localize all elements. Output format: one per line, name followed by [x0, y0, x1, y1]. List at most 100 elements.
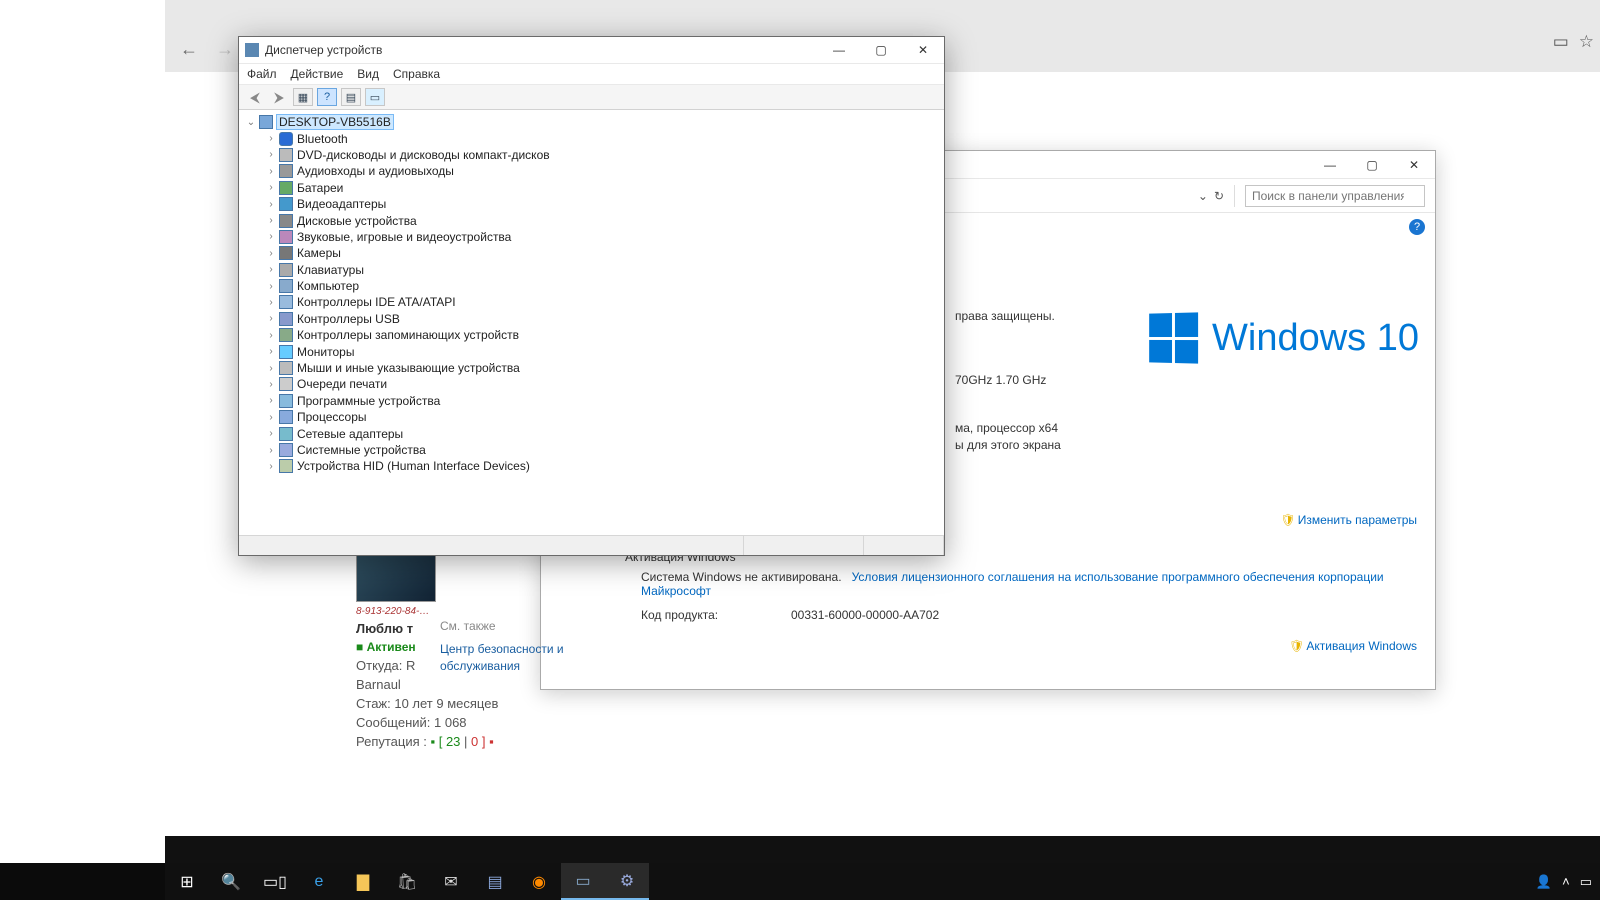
tray-people-icon[interactable]: 👤: [1536, 874, 1552, 890]
dm-node-ide[interactable]: ›Контроллеры IDE ATA/ATAPI: [265, 294, 938, 310]
hid-icon: [279, 459, 293, 473]
cp-activate-link[interactable]: 🛡Активация Windows: [1289, 639, 1417, 653]
taskbar-control-panel-icon[interactable]: ▭: [561, 863, 605, 900]
taskbar-notepad-icon[interactable]: ▤: [473, 863, 517, 900]
dm-node-label: Батареи: [297, 181, 343, 195]
dm-minimize-button[interactable]: —: [818, 36, 860, 64]
bat-icon: [279, 181, 293, 195]
dm-node-label: Очереди печати: [297, 377, 387, 391]
dm-node-label: Устройства HID (Human Interface Devices): [297, 459, 530, 473]
dm-menu-file[interactable]: Файл: [247, 67, 277, 81]
taskbar-avast-icon[interactable]: ◉: [517, 863, 561, 900]
dm-node-prn[interactable]: ›Очереди печати: [265, 376, 938, 392]
cp-activation-status: Система Windows не активирована.: [641, 570, 842, 584]
cp-refresh-icon[interactable]: ↻: [1214, 189, 1224, 203]
cp-product-value: 00331-60000-00000-AA702: [791, 608, 939, 622]
stor-icon: [279, 328, 293, 342]
taskbar-explorer-icon[interactable]: ▇: [341, 863, 385, 900]
dm-node-usb[interactable]: ›Контроллеры USB: [265, 311, 938, 327]
dm-tool-scan-icon[interactable]: ▤: [341, 88, 361, 106]
dm-node-dvd[interactable]: ›DVD-дисководы и дисководы компакт-диско…: [265, 147, 938, 163]
cp-pen: ы для этого экрана: [955, 438, 1061, 452]
nav-back-button[interactable]: ←: [177, 38, 201, 62]
bt-icon: [279, 132, 293, 146]
browser-nav-bar: ← →: [165, 27, 249, 72]
aud-icon: [279, 164, 293, 178]
cp-close-button[interactable]: ✕: [1393, 151, 1435, 179]
dm-tool-show-hidden-icon[interactable]: ▭: [365, 88, 385, 106]
sw-icon: [279, 394, 293, 408]
kbd-icon: [279, 263, 293, 277]
taskbar-device-manager-icon[interactable]: ⚙: [605, 863, 649, 900]
dm-node-mon[interactable]: ›Мониторы: [265, 343, 938, 359]
dm-node-pc[interactable]: ›Компьютер: [265, 278, 938, 294]
tray-chevron-up-icon[interactable]: ˄: [1562, 874, 1570, 889]
dm-node-hid[interactable]: ›Устройства HID (Human Interface Devices…: [265, 458, 938, 474]
dm-tool-properties-icon[interactable]: ▦: [293, 88, 313, 106]
dm-node-aud[interactable]: ›Аудиовходы и аудиовыходы: [265, 163, 938, 179]
windows-logo-icon: [1149, 312, 1198, 363]
dm-node-cam[interactable]: ›Камеры: [265, 245, 938, 261]
dm-node-label: Мониторы: [297, 345, 354, 359]
dm-node-label: Системные устройства: [297, 443, 426, 457]
dm-node-net[interactable]: ›Сетевые адаптеры: [265, 425, 938, 441]
windows10-text: Windows 10: [1212, 317, 1419, 360]
dm-node-bt[interactable]: ›Bluetooth: [265, 130, 938, 146]
dm-node-cpu[interactable]: ›Процессоры: [265, 409, 938, 425]
dm-node-sys[interactable]: ›Системные устройства: [265, 442, 938, 458]
dm-node-mouse[interactable]: ›Мыши и иные указывающие устройства: [265, 360, 938, 376]
dm-close-button[interactable]: ✕: [902, 36, 944, 64]
reading-view-icon[interactable]: ▭: [1553, 32, 1569, 52]
taskbar-mail-icon[interactable]: ✉: [429, 863, 473, 900]
cp-maximize-button[interactable]: ▢: [1351, 151, 1393, 179]
cp-minimize-button[interactable]: —: [1309, 151, 1351, 179]
browser-toolbar-right: ▭ ☆: [1553, 32, 1594, 52]
snd-icon: [279, 230, 293, 244]
dm-nav-fwd-icon[interactable]: ⮞: [269, 88, 289, 106]
tray-action-center-icon[interactable]: ▭: [1580, 874, 1592, 890]
cp-separator: [1234, 185, 1235, 207]
taskbar-store-icon[interactable]: 🛍: [385, 863, 429, 900]
dm-tree[interactable]: ⌄DESKTOP-VB5516B›Bluetooth›DVD-дисководы…: [239, 110, 944, 540]
dm-root-node[interactable]: ⌄DESKTOP-VB5516B: [245, 114, 938, 130]
dm-node-kbd[interactable]: ›Клавиатуры: [265, 262, 938, 278]
dm-node-disk[interactable]: ›Дисковые устройства: [265, 212, 938, 228]
dm-maximize-button[interactable]: ▢: [860, 36, 902, 64]
cp-security-link[interactable]: Центр безопасности и обслуживания: [440, 641, 600, 675]
dm-node-label: Мыши и иные указывающие устройства: [297, 361, 520, 375]
dm-nav-back-icon[interactable]: ⮜: [245, 88, 265, 106]
dm-node-label: Дисковые устройства: [297, 214, 417, 228]
dm-node-label: Аудиовходы и аудиовыходы: [297, 164, 454, 178]
cp-change-settings-link[interactable]: 🛡Изменить параметры: [1280, 513, 1417, 527]
dm-node-label: Видеоадаптеры: [297, 197, 386, 211]
start-button[interactable]: ⊞: [165, 863, 209, 900]
dm-node-snd[interactable]: ›Звуковые, игровые и видеоустройства: [265, 229, 938, 245]
dm-menu-action[interactable]: Действие: [291, 67, 344, 81]
dm-node-label: Клавиатуры: [297, 263, 364, 277]
dm-node-label: Контроллеры USB: [297, 312, 400, 326]
taskbar: ⊞ 🔍 ▭▯ e ▇ 🛍 ✉ ▤ ◉ ▭ ⚙ 👤 ˄ ▭: [0, 863, 1600, 900]
dm-node-sw[interactable]: ›Программные устройства: [265, 393, 938, 409]
dm-node-vid[interactable]: ›Видеоадаптеры: [265, 196, 938, 212]
nav-forward-button[interactable]: →: [213, 38, 237, 62]
cam-icon: [279, 246, 293, 260]
dm-menu-help[interactable]: Справка: [393, 67, 440, 81]
taskbar-search-button[interactable]: 🔍: [209, 863, 253, 900]
favorites-star-icon[interactable]: ☆: [1579, 32, 1594, 52]
dm-toolbar: ⮜ ⮞ ▦ ? ▤ ▭: [239, 84, 944, 110]
forum-phone: 8-913-220-84-…: [356, 606, 556, 617]
device-manager-icon: [245, 43, 259, 57]
cp-product-label: Код продукта:: [641, 608, 791, 622]
cp-search-input[interactable]: [1245, 185, 1425, 207]
taskbar-edge-icon[interactable]: e: [297, 863, 341, 900]
help-icon[interactable]: ?: [1409, 219, 1425, 235]
dm-tool-help-icon[interactable]: ?: [317, 88, 337, 106]
dm-node-stor[interactable]: ›Контроллеры запоминающих устройств: [265, 327, 938, 343]
cp-path-dropdown-icon[interactable]: ⌄: [1198, 189, 1208, 203]
desktop-wallpaper-strip: [165, 836, 1600, 863]
dm-node-label: Процессоры: [297, 410, 367, 424]
dm-node-bat[interactable]: ›Батареи: [265, 180, 938, 196]
dm-menu-view[interactable]: Вид: [357, 67, 379, 81]
task-view-button[interactable]: ▭▯: [253, 863, 297, 900]
dm-titlebar[interactable]: Диспетчер устройств — ▢ ✕: [239, 37, 944, 63]
